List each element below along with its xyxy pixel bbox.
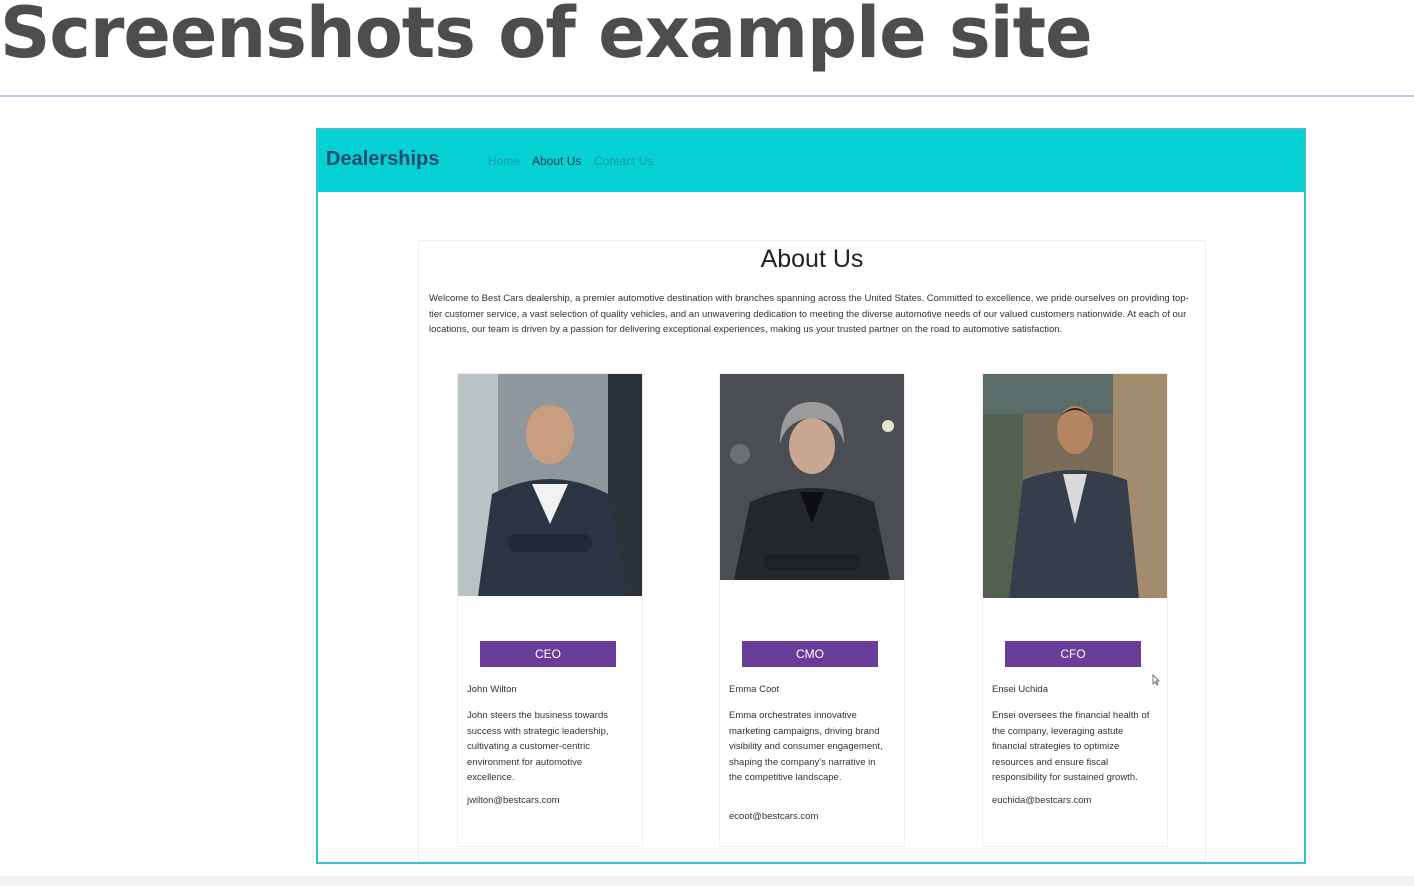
ceo-email-link[interactable]: jwilton@bestcars.com — [467, 795, 560, 806]
site-brand-link[interactable]: Dealerships — [326, 148, 439, 171]
cmo-bio: Emma orchestrates innovative marketing c… — [729, 710, 883, 784]
nav-link-contact-us[interactable]: Contact Us — [594, 154, 653, 168]
cmo-portrait-image — [720, 374, 904, 580]
team-card-cmo: CMO Emma Coot Emma orchestrates innovati… — [719, 373, 905, 847]
cfo-email-link[interactable]: euchida@bestcars.com — [992, 795, 1091, 806]
site-navbar: Dealerships Home About Us Contact Us — [318, 130, 1304, 192]
website-screenshot: Dealerships Home About Us Contact Us Abo… — [316, 128, 1306, 864]
nav-link-about-us[interactable]: About Us — [532, 154, 581, 168]
title-divider — [0, 95, 1414, 97]
nav-link-home[interactable]: Home — [488, 154, 520, 168]
cmo-role-badge[interactable]: CMO — [742, 641, 878, 667]
about-us-intro: Welcome to Best Cars dealership, a premi… — [429, 293, 1189, 336]
cmo-email-link[interactable]: ecoot@bestcars.com — [729, 811, 818, 822]
ceo-role-badge[interactable]: CEO — [480, 641, 616, 667]
about-us-heading: About Us — [760, 245, 864, 273]
team-card-cfo: CFO Ensei Uchida Ensei oversees the fina… — [982, 373, 1168, 847]
bottom-band — [0, 876, 1414, 886]
slide-title: Screenshots of example site — [0, 0, 1093, 74]
cfo-portrait-image — [983, 374, 1167, 598]
mouse-cursor-icon — [1152, 674, 1160, 686]
ceo-bio: John steers the business towards success… — [467, 710, 609, 784]
cmo-name: Emma Coot — [729, 684, 780, 695]
cfo-name: Ensei Uchida — [992, 684, 1048, 695]
ceo-portrait-image — [458, 374, 642, 596]
cfo-bio: Ensei oversees the financial health of t… — [992, 710, 1150, 784]
ceo-name: John Wilton — [467, 684, 517, 695]
about-us-section: About Us Welcome to Best Cars dealership… — [418, 240, 1206, 862]
team-card-ceo: CEO John Wilton John steers the business… — [457, 373, 643, 847]
cfo-role-badge[interactable]: CFO — [1005, 641, 1141, 667]
